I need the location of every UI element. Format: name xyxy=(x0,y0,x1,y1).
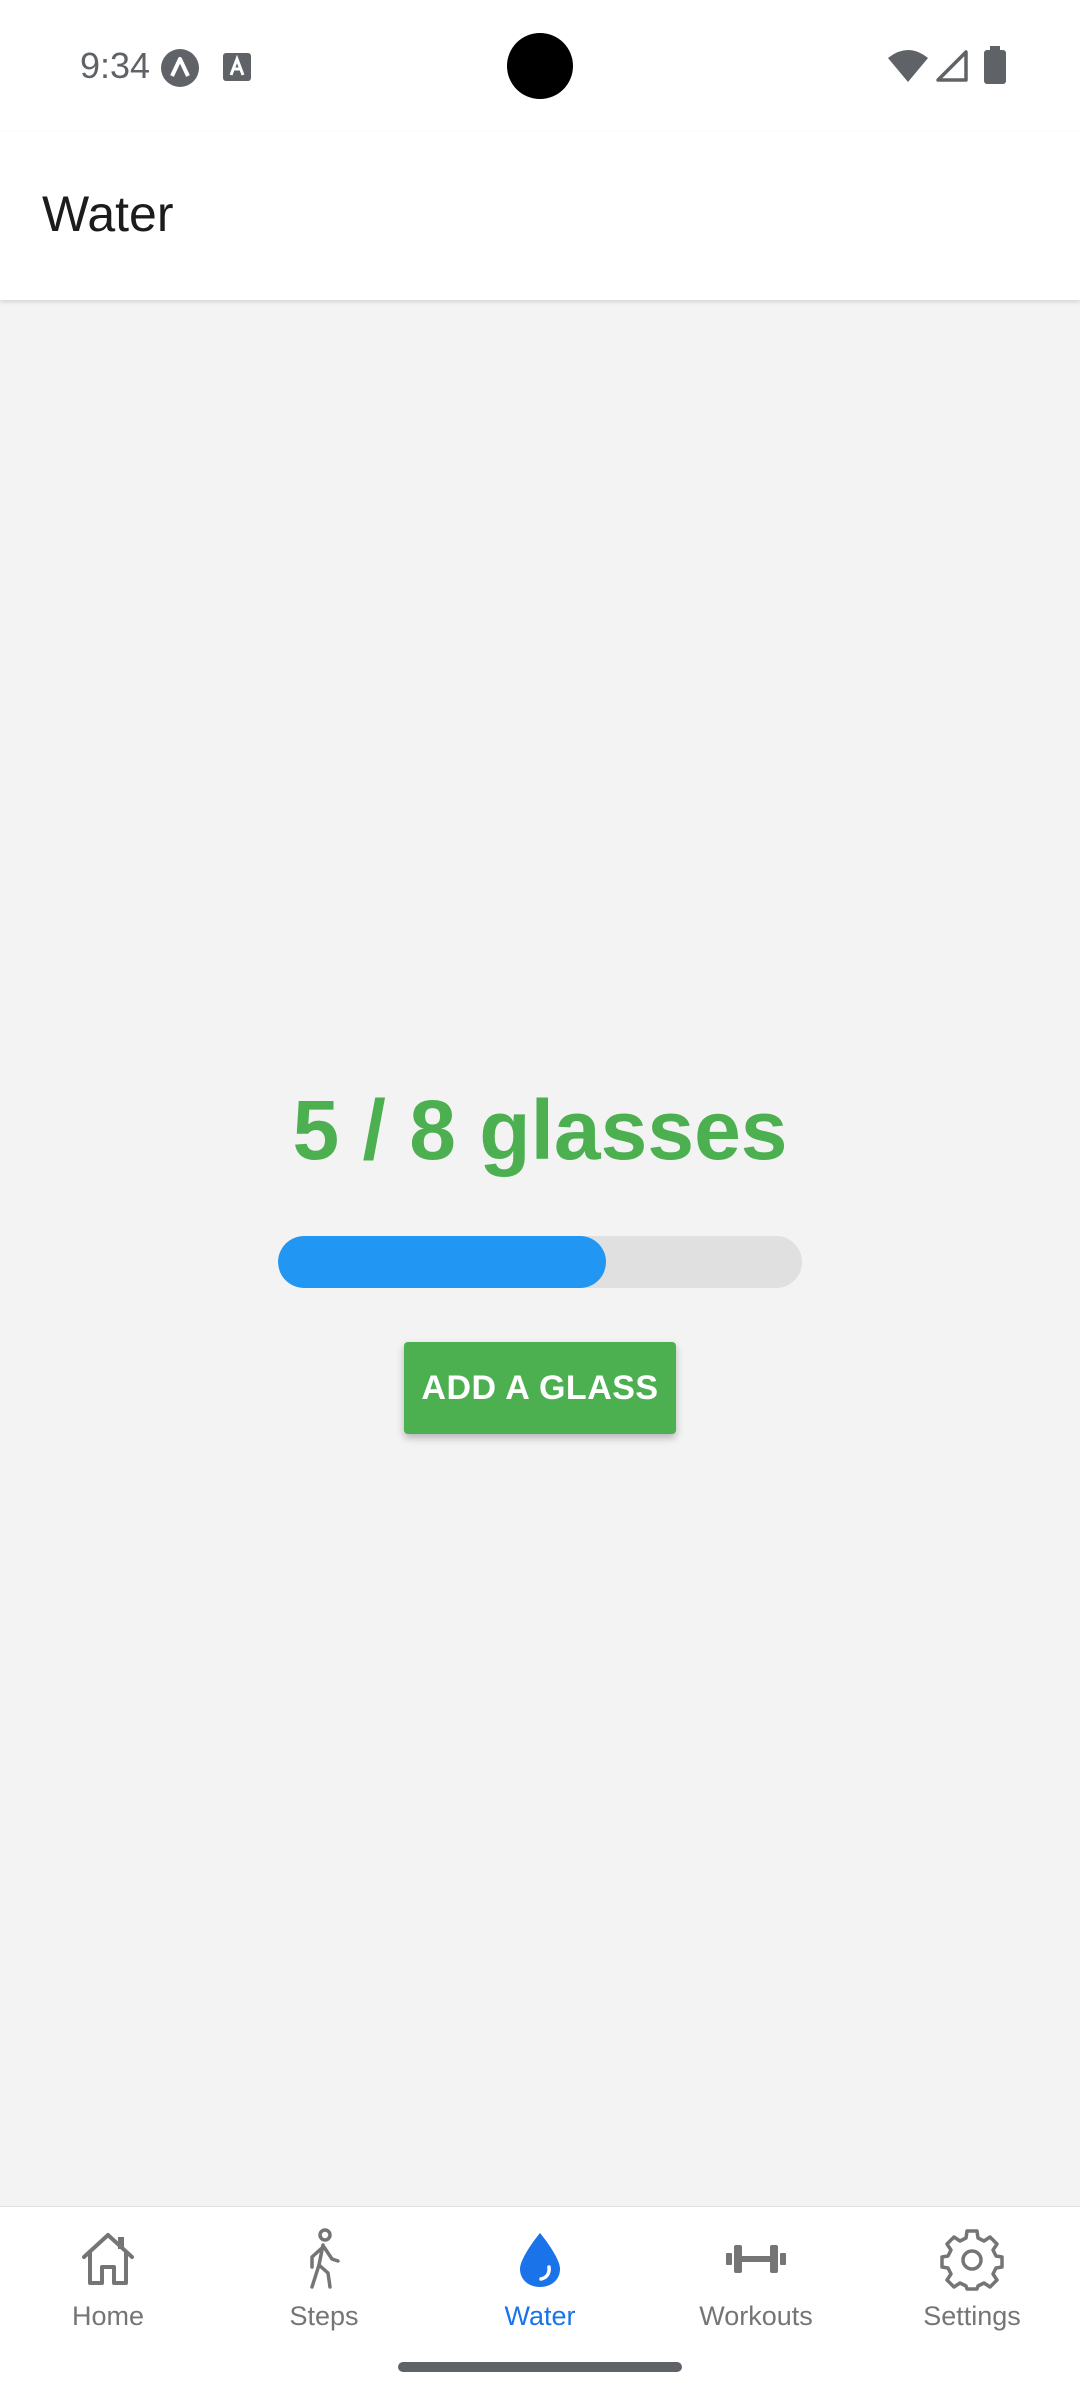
battery-icon xyxy=(984,46,1006,84)
nav-item-settings[interactable]: Settings xyxy=(864,2207,1080,2347)
dumbbell-icon xyxy=(726,2245,786,2273)
walking-icon xyxy=(310,2228,340,2289)
app-bar: Water xyxy=(0,132,1080,300)
nav-label-steps: Steps xyxy=(289,2301,359,2331)
gesture-navigation-bar[interactable] xyxy=(398,2362,682,2372)
nav-item-water[interactable]: Water xyxy=(432,2207,648,2347)
add-glass-button[interactable]: ADD A GLASS xyxy=(404,1342,676,1434)
home-icon xyxy=(82,2233,134,2285)
water-drop-icon xyxy=(520,2233,560,2287)
page-title: Water xyxy=(42,186,174,242)
water-progress-fill xyxy=(278,1236,606,1288)
nav-label-settings: Settings xyxy=(923,2301,1021,2331)
nav-item-home[interactable]: Home xyxy=(0,2207,216,2347)
font-notification-icon xyxy=(223,53,251,81)
water-progress-bar xyxy=(278,1236,802,1288)
gear-icon xyxy=(940,2229,1004,2291)
status-bar: 9:34 xyxy=(0,0,1080,132)
nav-label-home: Home xyxy=(71,2301,145,2331)
status-time: 9:34 xyxy=(80,45,151,86)
cellular-signal-icon xyxy=(936,50,968,82)
nav-item-workouts[interactable]: Workouts xyxy=(648,2207,864,2347)
app-notification-icon xyxy=(161,49,199,87)
nav-label-water: Water xyxy=(504,2301,576,2331)
wifi-icon xyxy=(888,50,928,82)
nav-item-steps[interactable]: Steps xyxy=(216,2207,432,2347)
glasses-count: 5 / 8 glasses xyxy=(292,1083,788,1177)
nav-label-workouts: Workouts xyxy=(699,2301,813,2331)
water-tracker-content: 5 / 8 glasses ADD A GLASS xyxy=(0,300,1080,2206)
camera-cutout xyxy=(507,33,573,99)
